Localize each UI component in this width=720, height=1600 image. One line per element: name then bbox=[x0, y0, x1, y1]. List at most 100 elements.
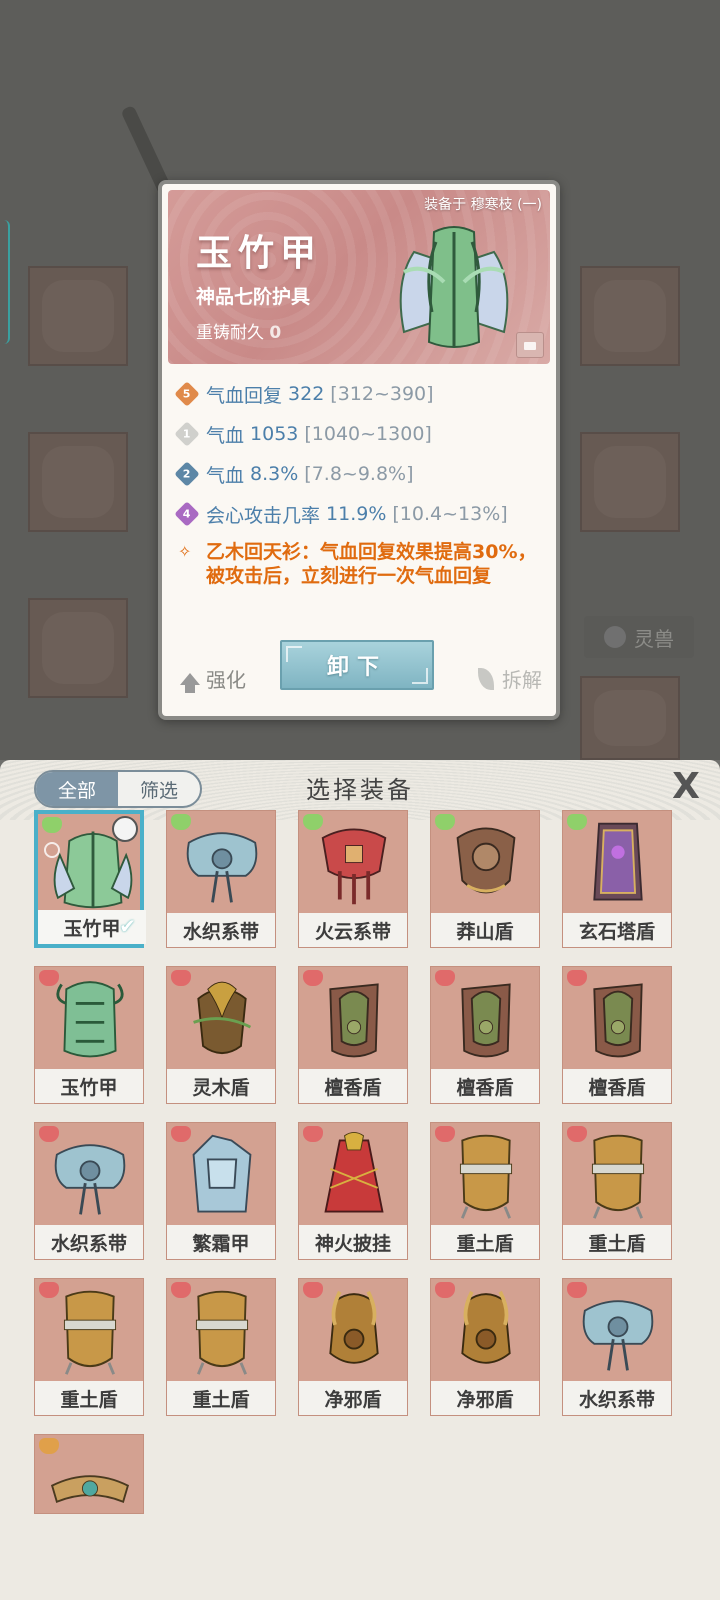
equip-slot-belt[interactable] bbox=[28, 598, 128, 698]
equip-slot-shield[interactable] bbox=[580, 432, 680, 532]
equipment-name: 水织系带 bbox=[563, 1381, 671, 1415]
pet-icon bbox=[604, 626, 626, 648]
stat-value: 1053 bbox=[250, 423, 299, 445]
pet-button[interactable]: 灵兽 bbox=[584, 616, 694, 658]
equipment-art-belt-blue bbox=[186, 832, 258, 903]
equipment-card[interactable]: 檀香盾 bbox=[298, 966, 408, 1104]
equipment-art-shield-gold bbox=[63, 1290, 117, 1375]
panel-title: 选择装备 bbox=[306, 776, 414, 804]
reforge-durability: 重铸耐久 0 bbox=[196, 318, 281, 343]
close-button[interactable]: X bbox=[666, 765, 706, 807]
stat-row: 5 气血回复 322 [312~390] bbox=[174, 374, 548, 414]
special-effect-text: 乙木回天衫：气血回复效果提高30%，被攻击后，立刻进行一次气血回复 bbox=[206, 541, 537, 587]
equipment-art-shield-sandal bbox=[461, 983, 511, 1058]
equipment-card[interactable]: 火云系带 bbox=[298, 810, 408, 948]
stat-range: [312~390] bbox=[330, 383, 434, 405]
equipment-name: 莽山盾 bbox=[431, 913, 539, 947]
stat-value: 11.9% bbox=[326, 503, 387, 525]
equipment-name: 神火披挂 bbox=[299, 1225, 407, 1259]
stat-row: 1 气血 1053 [1040~1300] bbox=[174, 414, 548, 454]
lock-icon[interactable] bbox=[516, 332, 544, 358]
equipment-card[interactable]: 檀香盾 bbox=[562, 966, 672, 1104]
equipment-card[interactable]: 重土盾 bbox=[34, 1278, 144, 1416]
equipment-art-cape-red bbox=[324, 1131, 384, 1213]
equipment-art-shield-wood bbox=[193, 981, 252, 1055]
stat-level-badge: 2 bbox=[174, 461, 200, 487]
equipment-art-belt-blue bbox=[582, 1300, 654, 1371]
stat-row: 2 气血 8.3% [7.8~9.8%] bbox=[174, 454, 548, 494]
equip-slot-armor[interactable] bbox=[28, 432, 128, 532]
equipment-name: 重土盾 bbox=[431, 1225, 539, 1259]
equipment-card[interactable]: 玉竹甲 bbox=[34, 966, 144, 1104]
equipment-name: 檀香盾 bbox=[299, 1069, 407, 1103]
stat-level-badge: 1 bbox=[174, 421, 200, 447]
stat-name: 气血 bbox=[206, 464, 245, 487]
stat-value: 322 bbox=[288, 383, 325, 405]
item-name: 玉竹甲 bbox=[196, 233, 323, 274]
strengthen-button[interactable]: 强化 bbox=[180, 664, 246, 693]
equipped-character-avatar bbox=[112, 816, 138, 842]
equipment-art-shield-gold bbox=[459, 1134, 513, 1219]
equipment-card[interactable]: 净邪盾 bbox=[430, 1278, 540, 1416]
equipment-card[interactable] bbox=[34, 1434, 144, 1514]
equipment-name: 水织系带 bbox=[167, 913, 275, 947]
equipment-name: 水织系带 bbox=[35, 1225, 143, 1259]
equipment-card[interactable]: 莽山盾 bbox=[430, 810, 540, 948]
stat-range: [7.8~9.8%] bbox=[304, 463, 414, 485]
stat-list: 5 气血回复 322 [312~390] 1 气血 1053 [1040~130… bbox=[174, 374, 548, 588]
equipment-name: 灵木盾 bbox=[167, 1069, 275, 1103]
jade-bamboo-armor-art bbox=[399, 226, 509, 348]
equipment-card[interactable]: 檀香盾 bbox=[430, 966, 540, 1104]
equip-slot-accessory[interactable] bbox=[580, 266, 680, 366]
equipment-name: 重土盾 bbox=[35, 1381, 143, 1415]
equipment-card[interactable]: 净邪盾 bbox=[298, 1278, 408, 1416]
equipment-name: 火云系带 bbox=[299, 913, 407, 947]
equipment-art-shield-purple bbox=[593, 822, 643, 901]
equipment-art-belt-red bbox=[321, 828, 387, 905]
equipment-art-shield-horn bbox=[461, 1290, 511, 1364]
equipment-card[interactable]: 繁霜甲 bbox=[166, 1122, 276, 1260]
equipment-card[interactable]: 重土盾 bbox=[562, 1122, 672, 1260]
equipment-card[interactable]: 水织系带 bbox=[562, 1278, 672, 1416]
equipment-name: 玄石塔盾 bbox=[563, 913, 671, 947]
dismantle-label: 拆解 bbox=[502, 668, 542, 692]
equipment-card[interactable]: 玉竹甲 ✔ bbox=[34, 810, 146, 948]
close-icon: X bbox=[672, 765, 700, 807]
equipment-card[interactable]: 重土盾 bbox=[430, 1122, 540, 1260]
pet-label: 灵兽 bbox=[634, 626, 674, 651]
equipment-art-armor-ice bbox=[192, 1134, 252, 1213]
equipped-on-label: 装备于 穆寒枝 (一) bbox=[424, 197, 542, 213]
equipment-name: 繁霜甲 bbox=[167, 1225, 275, 1259]
stat-level-badge: 5 bbox=[174, 381, 200, 407]
equipment-art-shield-sandal bbox=[329, 983, 379, 1058]
equipment-art-belt-blue bbox=[54, 1144, 126, 1215]
reforge-label: 重铸耐久 bbox=[196, 323, 264, 343]
equipment-detail-popup: 装备于 穆寒枝 (一) 玉竹甲 神品七阶护具 重铸耐久 0 5 气血回复 322… bbox=[158, 180, 560, 720]
equipment-card[interactable]: 水织系带 bbox=[34, 1122, 144, 1260]
equipment-card[interactable]: 玄石塔盾 bbox=[562, 810, 672, 948]
stat-name: 会心攻击几率 bbox=[206, 504, 321, 527]
strengthen-label: 强化 bbox=[206, 668, 246, 692]
item-grade: 神品七阶护具 bbox=[196, 286, 311, 308]
unequip-button[interactable]: 卸下 bbox=[280, 640, 434, 690]
stat-name: 气血 bbox=[206, 424, 245, 447]
stat-row: 4 会心攻击几率 11.9% [10.4~13%] bbox=[174, 494, 548, 534]
check-icon: ✔ bbox=[119, 914, 136, 938]
equipment-card[interactable]: 水织系带 bbox=[166, 810, 276, 948]
dismantle-button[interactable]: 拆解 bbox=[478, 664, 542, 693]
equip-slot-weapon[interactable] bbox=[28, 266, 128, 366]
equipped-mark-icon bbox=[44, 842, 60, 858]
equipment-card[interactable]: 灵木盾 bbox=[166, 966, 276, 1104]
equipment-name: 重土盾 bbox=[167, 1381, 275, 1415]
equipment-name: 净邪盾 bbox=[431, 1381, 539, 1415]
upgrade-arrow-icon bbox=[180, 672, 200, 693]
equipment-art-belt-gold bbox=[50, 1475, 130, 1504]
equip-slot-extra[interactable] bbox=[580, 676, 680, 760]
equipment-art-shield-horn bbox=[329, 1290, 379, 1364]
equipment-name: 玉竹甲 bbox=[35, 1069, 143, 1103]
stat-name: 气血回复 bbox=[206, 384, 283, 407]
side-tab-edge bbox=[0, 220, 10, 344]
reforge-value: 0 bbox=[269, 323, 282, 343]
equipment-card[interactable]: 重土盾 bbox=[166, 1278, 276, 1416]
equipment-card[interactable]: 神火披挂 bbox=[298, 1122, 408, 1260]
